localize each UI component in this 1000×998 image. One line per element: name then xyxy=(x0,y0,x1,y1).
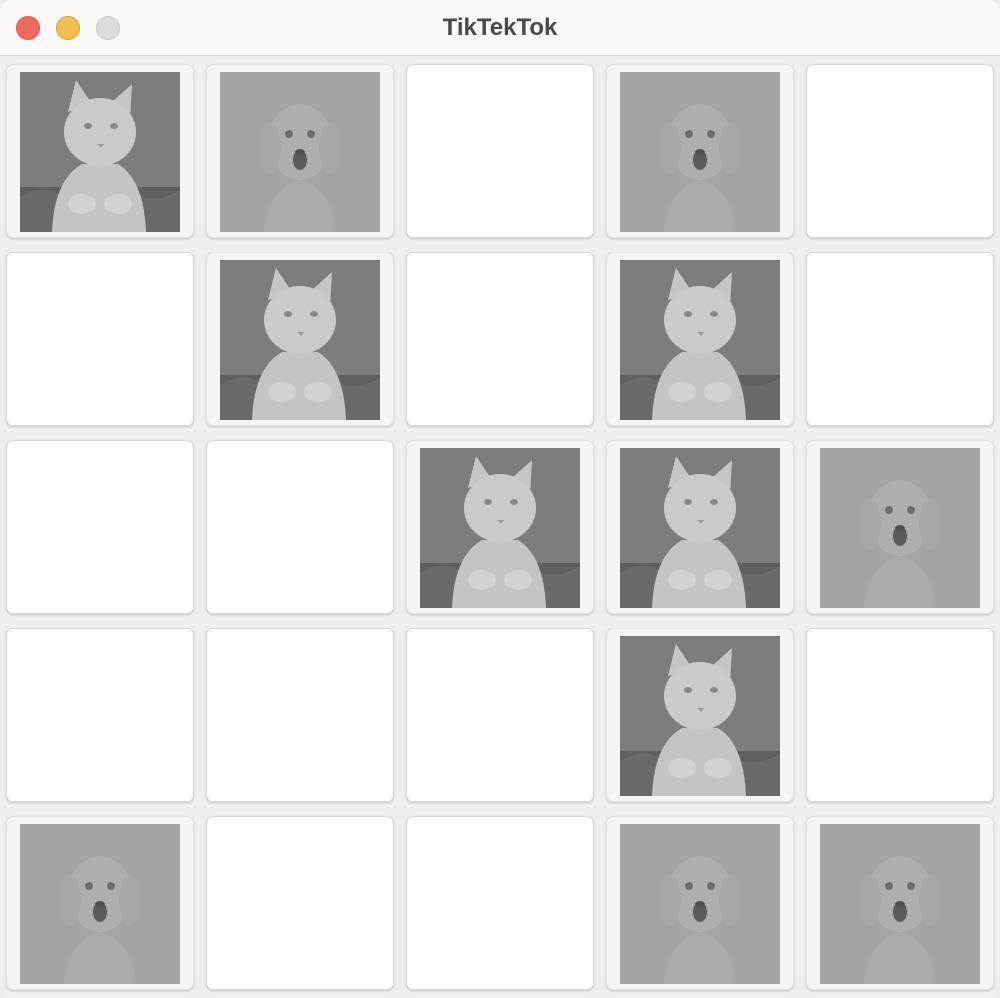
card-face-down[interactable] xyxy=(806,628,994,802)
card-dog[interactable] xyxy=(606,64,794,238)
window-title: TikTekTok xyxy=(442,14,558,41)
memory-board xyxy=(6,64,994,990)
card-face-down[interactable] xyxy=(406,628,594,802)
cat-photo xyxy=(20,72,180,232)
card-face-down[interactable] xyxy=(806,252,994,426)
card-cat[interactable] xyxy=(406,440,594,614)
card-face-down[interactable] xyxy=(6,252,194,426)
card-face-down[interactable] xyxy=(406,252,594,426)
card-dog[interactable] xyxy=(606,816,794,990)
cat-photo xyxy=(620,636,780,796)
dog-photo xyxy=(620,824,780,984)
card-dog[interactable] xyxy=(6,816,194,990)
app-window: TikTekTok xyxy=(0,0,1000,998)
card-dog[interactable] xyxy=(806,440,994,614)
dog-photo xyxy=(620,72,780,232)
card-cat[interactable] xyxy=(606,252,794,426)
card-cat[interactable] xyxy=(606,440,794,614)
card-face-down[interactable] xyxy=(6,628,194,802)
cat-photo xyxy=(220,260,380,420)
card-face-down[interactable] xyxy=(406,64,594,238)
dog-photo xyxy=(820,448,980,608)
card-cat[interactable] xyxy=(206,252,394,426)
dog-photo xyxy=(20,824,180,984)
dog-photo xyxy=(820,824,980,984)
dog-photo xyxy=(220,72,380,232)
card-face-down[interactable] xyxy=(206,816,394,990)
cat-photo xyxy=(420,448,580,608)
title-bar: TikTekTok xyxy=(0,0,1000,56)
card-cat[interactable] xyxy=(6,64,194,238)
cat-photo xyxy=(620,448,780,608)
card-face-down[interactable] xyxy=(806,64,994,238)
card-face-down[interactable] xyxy=(406,816,594,990)
card-face-down[interactable] xyxy=(206,440,394,614)
cat-photo xyxy=(620,260,780,420)
card-cat[interactable] xyxy=(606,628,794,802)
card-face-down[interactable] xyxy=(206,628,394,802)
card-dog[interactable] xyxy=(206,64,394,238)
card-face-down[interactable] xyxy=(6,440,194,614)
card-dog[interactable] xyxy=(806,816,994,990)
